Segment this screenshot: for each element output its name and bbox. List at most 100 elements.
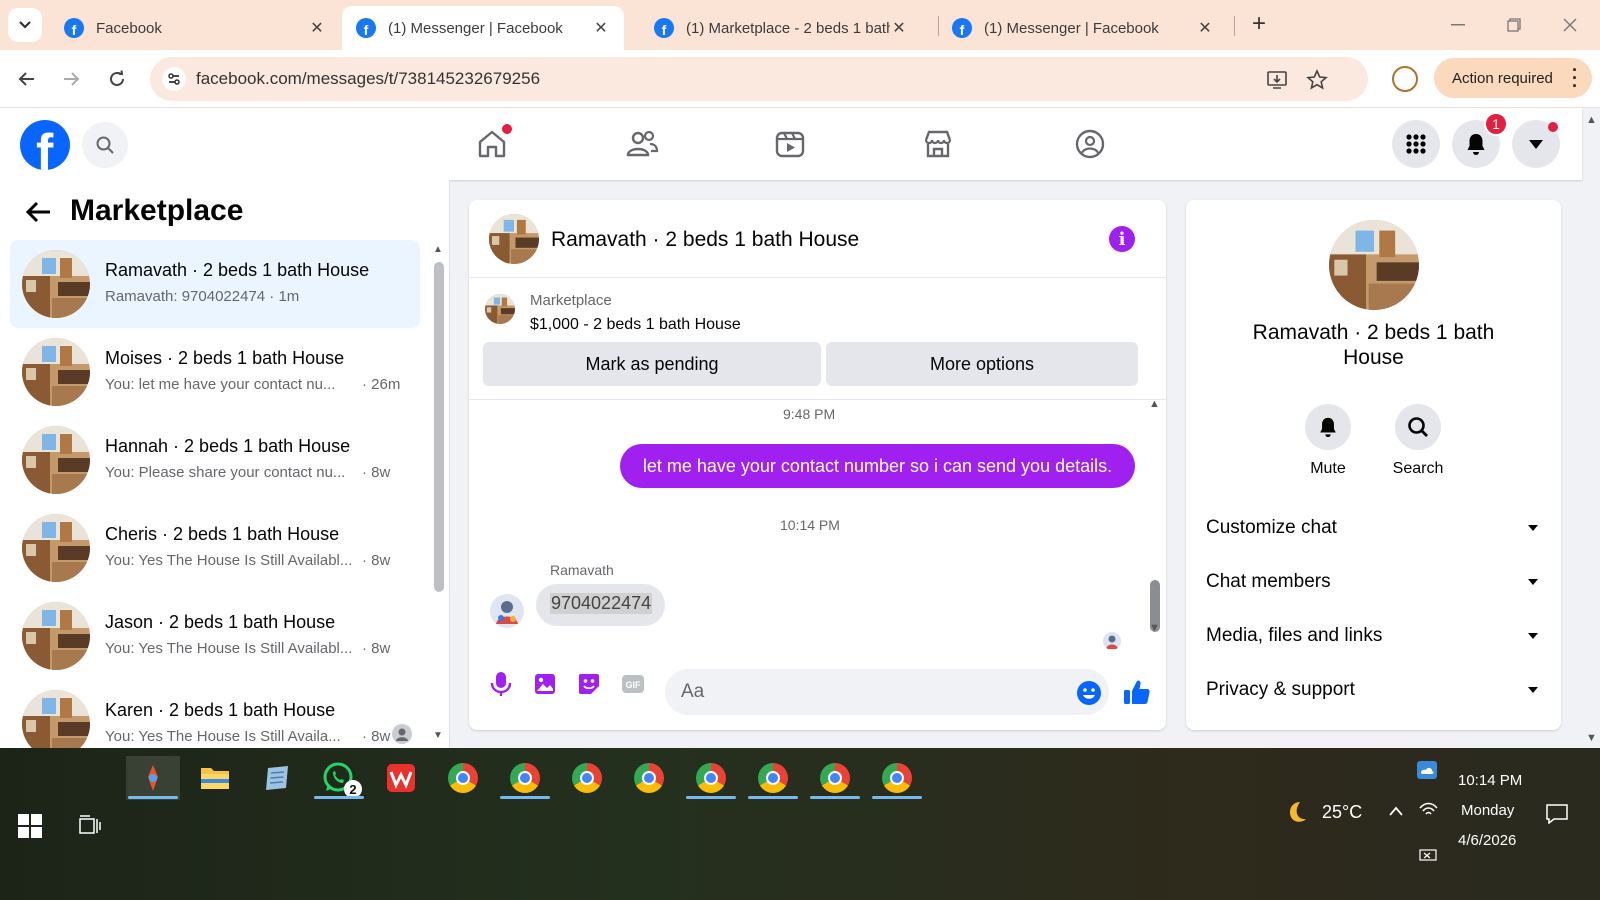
scroll-up-arrow[interactable]: ▲ [1149, 398, 1160, 410]
conversation-list-scrollbar[interactable] [434, 262, 444, 592]
sender-avatar[interactable] [490, 594, 524, 628]
taskbar-app-chrome-3[interactable] [560, 756, 614, 800]
nav-video[interactable] [772, 126, 808, 162]
close-icon[interactable]: ✕ [890, 18, 908, 38]
tab-search-button[interactable] [8, 8, 42, 42]
message-input[interactable] [665, 669, 1109, 715]
nav-friends[interactable] [624, 126, 660, 162]
conversation-item[interactable]: Ramavath · 2 beds 1 bath House Ramavath: … [10, 240, 420, 328]
sticker-button[interactable] [575, 670, 603, 698]
conversation-time: · 8w [362, 552, 391, 569]
mute-button[interactable]: Mute [1283, 404, 1373, 478]
message-timestamp: 10:14 PM [780, 517, 840, 533]
attach-photo-button[interactable] [531, 670, 559, 698]
show-hidden-icons-button[interactable] [1388, 804, 1404, 822]
task-view-button[interactable] [78, 814, 102, 843]
browser-tab-messenger-active[interactable]: f (1) Messenger | Facebook ✕ [342, 6, 624, 50]
action-center-button[interactable] [1546, 804, 1568, 829]
site-settings-icon[interactable] [162, 67, 186, 91]
taskbar-app-chrome-6[interactable] [746, 756, 800, 800]
clock-day[interactable]: Monday [1461, 802, 1514, 819]
nav-marketplace[interactable] [920, 126, 956, 162]
conversation-item[interactable]: Cheris · 2 beds 1 bath House You: Yes The… [10, 504, 420, 592]
weather-moon-icon[interactable] [1280, 798, 1308, 831]
minimize-button[interactable] [1438, 10, 1478, 40]
keyboard-input-icon[interactable] [1416, 848, 1438, 867]
taskbar-app-paint[interactable] [126, 756, 180, 800]
clock-date[interactable]: 4/6/2026 [1458, 832, 1516, 849]
conversation-item[interactable]: Hannah · 2 beds 1 bath House You: Please … [10, 416, 420, 504]
details-section-0[interactable]: Customize chat [1206, 508, 1541, 548]
taskbar-app-wps[interactable] [374, 756, 428, 800]
taskbar-app-chrome-2[interactable] [498, 756, 552, 800]
details-section-1[interactable]: Chat members [1206, 562, 1541, 602]
scroll-down-arrow[interactable]: ▼ [1149, 622, 1160, 634]
details-section-3[interactable]: Privacy & support [1206, 670, 1541, 710]
facebook-search-button[interactable] [82, 122, 128, 168]
close-icon[interactable]: ✕ [308, 18, 326, 38]
nav-home[interactable] [474, 124, 512, 162]
taskbar-app-file-explorer[interactable] [188, 756, 242, 800]
conversation-item[interactable]: Moises · 2 beds 1 bath House You: let me … [10, 328, 420, 416]
chat-avatar[interactable] [489, 214, 539, 264]
taskbar-app-chrome-8[interactable] [870, 756, 924, 800]
bookmark-star-icon[interactable] [1304, 67, 1330, 93]
start-button[interactable] [18, 814, 42, 838]
onedrive-icon[interactable] [1416, 760, 1438, 785]
gif-button[interactable]: GIF [619, 670, 647, 698]
voice-clip-button[interactable] [487, 670, 515, 698]
clock-time[interactable]: 10:14 PM [1458, 772, 1522, 789]
scroll-up-arrow[interactable]: ▲ [433, 244, 443, 255]
search-icon [96, 136, 114, 154]
listing-thumbnail[interactable] [485, 294, 515, 324]
wifi-icon[interactable] [1418, 800, 1438, 823]
forward-button[interactable] [54, 62, 88, 96]
conversation-preview-text: You: let me have your contact nu... [105, 376, 336, 393]
incoming-message[interactable]: 9704022474 [536, 584, 665, 626]
taskbar-app-chrome-1[interactable] [436, 756, 490, 800]
page-scroll-down-arrow[interactable]: ▼ [1586, 732, 1597, 744]
taskbar-app-chrome-4[interactable] [622, 756, 676, 800]
conversation-item[interactable]: Jason · 2 beds 1 bath House You: Yes The … [10, 592, 420, 680]
taskbar-app-chrome-7[interactable] [808, 756, 862, 800]
outgoing-message[interactable]: let me have your contact number so i can… [620, 444, 1135, 488]
active-indicator [872, 796, 922, 799]
account-button[interactable] [1512, 120, 1560, 168]
browser-tab-facebook[interactable]: f Facebook ✕ [50, 6, 340, 50]
back-arrow-button[interactable] [24, 198, 54, 228]
listing-price-title[interactable]: $1,000 - 2 beds 1 bath House [530, 316, 741, 334]
close-icon[interactable]: ✕ [592, 18, 610, 38]
emoji-button[interactable] [1076, 680, 1102, 706]
profile-avatar-icon[interactable] [1392, 66, 1418, 92]
contact-avatar[interactable] [1329, 220, 1419, 310]
taskbar-app-chrome-5[interactable] [684, 756, 738, 800]
taskbar-app-notes[interactable] [250, 756, 304, 800]
page-scroll-up-arrow[interactable]: ▲ [1586, 114, 1597, 126]
window-close-button[interactable] [1550, 10, 1590, 40]
new-tab-button[interactable]: + [1244, 10, 1274, 40]
facebook-logo-icon[interactable]: f [20, 120, 70, 170]
browser-tab-marketplace[interactable]: f (1) Marketplace - 2 beds 1 bath ✕ [640, 6, 922, 50]
weather-temperature[interactable]: 25°C [1322, 802, 1362, 823]
scroll-down-arrow[interactable]: ▼ [433, 730, 443, 741]
browser-tab-messenger[interactable]: f (1) Messenger | Facebook ✕ [938, 6, 1228, 50]
info-icon[interactable]: i [1109, 226, 1135, 252]
address-bar[interactable]: facebook.com/messages/t/738145232679256 [150, 57, 1368, 101]
back-button[interactable] [10, 62, 44, 96]
menu-button[interactable] [1392, 120, 1440, 168]
send-like-button[interactable] [1123, 678, 1151, 706]
search-in-chat-button[interactable]: Search [1373, 404, 1463, 478]
reload-button[interactable] [100, 62, 134, 96]
chevron-down-icon [1528, 525, 1538, 531]
taskbar-app-whatsapp[interactable]: 2 [312, 756, 366, 800]
mark-as-pending-button[interactable]: Mark as pending [483, 342, 821, 386]
details-section-2[interactable]: Media, files and links [1206, 616, 1541, 656]
install-app-icon[interactable] [1264, 67, 1290, 93]
more-options-button[interactable]: More options [826, 342, 1138, 386]
nav-gaming[interactable] [1072, 126, 1108, 162]
chat-title[interactable]: Ramavath · 2 beds 1 bath House [551, 228, 859, 252]
action-required-button[interactable]: Action required · · · [1434, 58, 1592, 98]
windows-taskbar: 2 25°C 10:14 PM Monday 4/6/2026 [0, 748, 1600, 900]
restore-button[interactable] [1494, 10, 1534, 40]
close-icon[interactable]: ✕ [1196, 18, 1214, 38]
